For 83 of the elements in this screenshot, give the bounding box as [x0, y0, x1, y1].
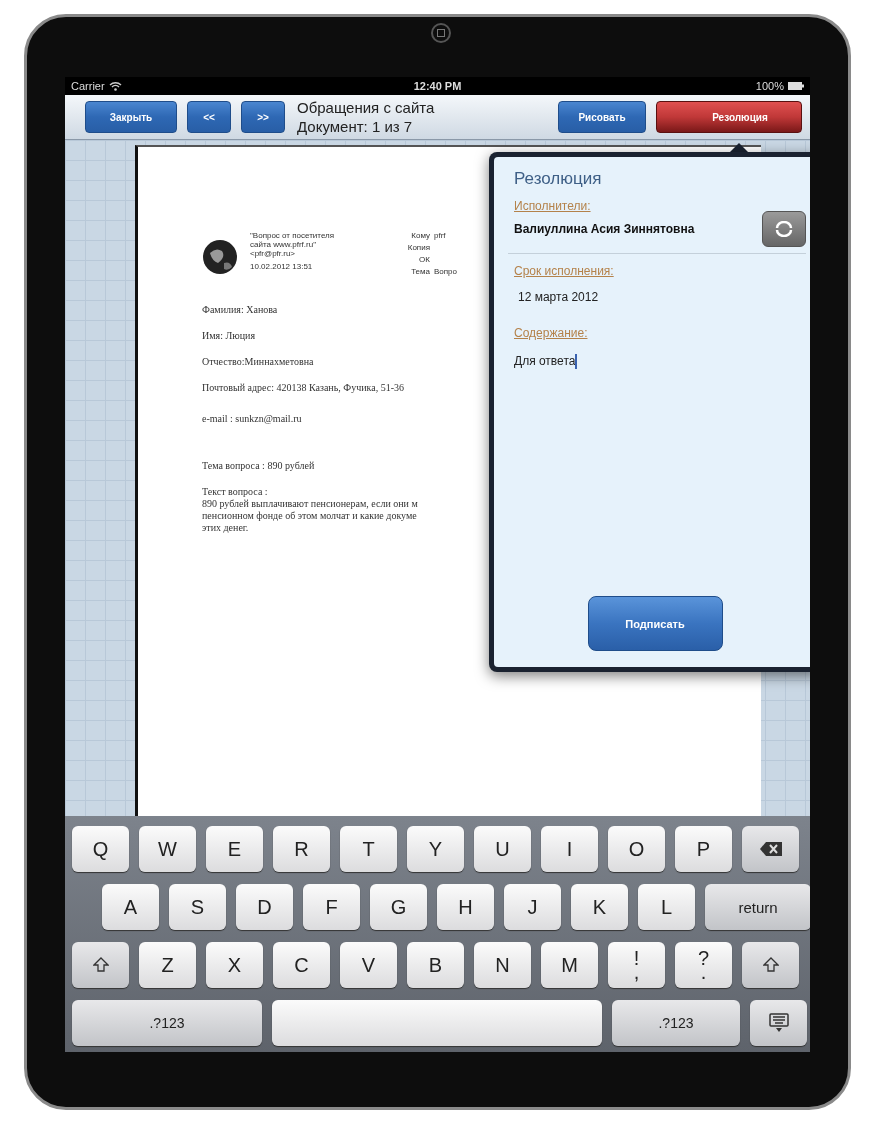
- key[interactable]: Q: [72, 826, 129, 872]
- shift-key[interactable]: [72, 942, 129, 988]
- key[interactable]: ? .: [675, 942, 732, 988]
- sender-line: <pfr@pfr.ru>: [250, 249, 297, 258]
- status-time: 12:40 PM: [413, 80, 462, 92]
- key[interactable]: E: [206, 826, 263, 872]
- key[interactable]: H: [437, 884, 494, 930]
- message-date: 10.02.2012 13:51: [250, 262, 314, 271]
- shift-key[interactable]: [742, 942, 799, 988]
- field-label: Кому: [410, 231, 430, 240]
- key[interactable]: M: [541, 942, 598, 988]
- key[interactable]: Y: [407, 826, 464, 872]
- toolbar-button[interactable]: Резолюция: [656, 101, 802, 133]
- key[interactable]: R: [273, 826, 330, 872]
- sign-button[interactable]: Подписать: [587, 596, 723, 651]
- section-label: Исполнители:: [514, 199, 592, 213]
- refresh-button[interactable]: [762, 211, 806, 247]
- key[interactable]: W: [139, 826, 196, 872]
- key[interactable]: V: [340, 942, 397, 988]
- sender-line: сайта www.pfrf.ru": [250, 240, 317, 249]
- document-paragraph: Отчество:Миннахметовна: [202, 356, 314, 367]
- key[interactable]: T: [340, 826, 397, 872]
- key[interactable]: A: [102, 884, 159, 930]
- document-line: пенсионном фонде об этом молчат и какие докуме: [202, 510, 417, 522]
- document-line: 890 рублей выплачивают пенсионерам, если они м: [202, 498, 418, 510]
- key[interactable]: C: [273, 942, 330, 988]
- toolbar-button[interactable]: <<: [187, 101, 231, 133]
- key[interactable]: O: [608, 826, 665, 872]
- hide-keyboard-key[interactable]: [750, 1000, 807, 1046]
- section-label: Содержание:: [514, 326, 589, 340]
- field-label: Копия: [406, 243, 430, 252]
- return-key[interactable]: return: [705, 884, 810, 930]
- section-label: Срок исполнения:: [514, 264, 615, 278]
- battery-icon: [788, 82, 804, 90]
- key[interactable]: X: [206, 942, 263, 988]
- key[interactable]: P: [675, 826, 732, 872]
- key[interactable]: J: [504, 884, 561, 930]
- numbers-key[interactable]: .?123: [612, 1000, 740, 1046]
- wifi-icon: [108, 81, 122, 91]
- key[interactable]: B: [407, 942, 464, 988]
- key[interactable]: Z: [139, 942, 196, 988]
- key[interactable]: S: [169, 884, 226, 930]
- key[interactable]: G: [370, 884, 427, 930]
- camera-icon: [431, 23, 451, 43]
- key[interactable]: U: [474, 826, 531, 872]
- key[interactable]: N: [474, 942, 531, 988]
- field-value: pfrf: [434, 231, 446, 240]
- document-paragraph: Почтовый адрес: 420138 Казань, Фучика, 51-36: [202, 382, 404, 393]
- document-paragraph: Имя: Люция: [202, 330, 255, 341]
- document-line: этих денег.: [202, 522, 249, 534]
- document-paragraph: Фамилия: Ханова: [202, 304, 278, 315]
- carrier-label: Carrier: [71, 80, 105, 92]
- document-paragraph: e-mail : sunkzn@mail.ru: [202, 413, 302, 424]
- numbers-key[interactable]: .?123: [72, 1000, 262, 1046]
- shift-icon: [762, 957, 779, 973]
- shift-icon: [92, 957, 109, 973]
- key[interactable]: L: [638, 884, 695, 930]
- document-paragraph: Текст вопроса :: [202, 486, 268, 498]
- popover-title: Резолюция: [514, 169, 603, 189]
- refresh-icon: [774, 221, 794, 237]
- key[interactable]: D: [236, 884, 293, 930]
- battery-percent: 100%: [755, 80, 784, 92]
- backspace-key[interactable]: [742, 826, 799, 872]
- field-value: Вопро: [434, 267, 457, 276]
- field-label: Тема: [410, 267, 430, 276]
- toolbar-button[interactable]: Закрыть: [85, 101, 177, 133]
- toolbar-button[interactable]: Рисовать: [558, 101, 646, 133]
- key[interactable]: I: [541, 826, 598, 872]
- key[interactable]: K: [571, 884, 628, 930]
- document-paragraph: Тема вопроса : 890 рублей: [202, 460, 315, 471]
- deadline-value: 12 марта 2012: [518, 290, 600, 304]
- key[interactable]: ! ,: [608, 942, 665, 988]
- backspace-icon: [759, 842, 782, 856]
- assignee-name: Валиуллина Асия Зиннятовна: [514, 222, 695, 236]
- content-field[interactable]: Для ответа: [514, 352, 794, 370]
- toolbar-button[interactable]: >>: [241, 101, 285, 133]
- key[interactable]: F: [303, 884, 360, 930]
- sender-line: "Вопрос от посетителя: [250, 231, 336, 240]
- toolbar-subtitle: Документ: 1 из 7: [297, 117, 414, 136]
- field-label: ОК: [418, 255, 430, 264]
- keyboard-icon: [768, 1013, 789, 1033]
- toolbar-title: Обращения с сайта: [297, 98, 435, 117]
- globe-icon: [202, 239, 238, 275]
